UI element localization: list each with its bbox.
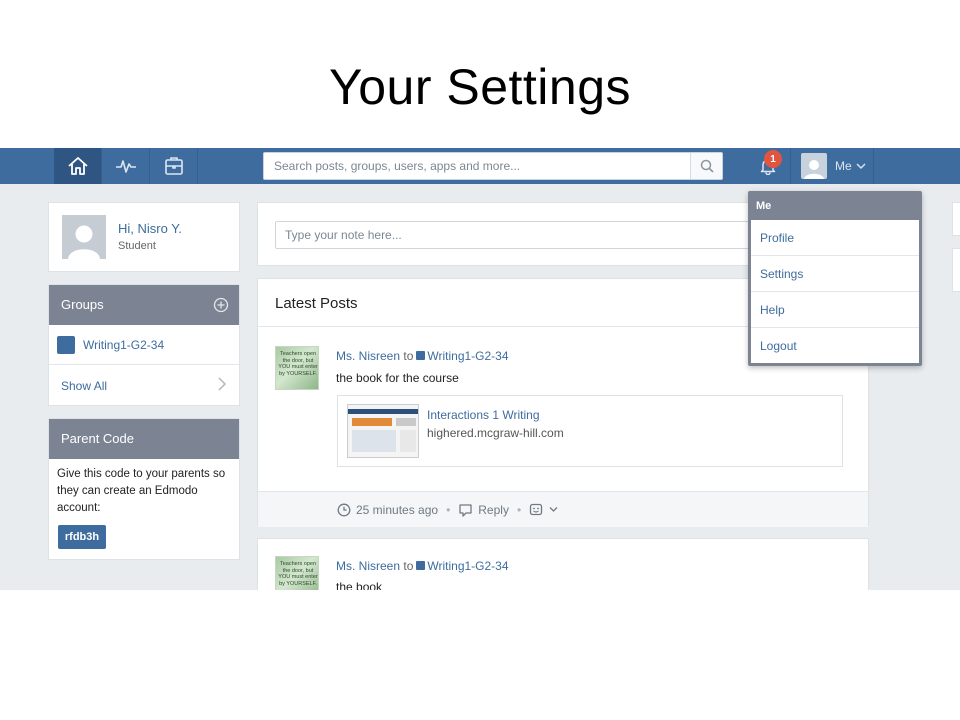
- slide-title: Your Settings: [328, 59, 632, 115]
- groups-title: Groups: [61, 297, 104, 312]
- menu-item-settings[interactable]: Settings: [751, 256, 919, 292]
- post-card: Teachers open the door, but YOU must ent…: [257, 538, 869, 590]
- parent-code-header: Parent Code: [49, 419, 239, 459]
- user-avatar: [801, 153, 827, 179]
- speech-bubble-icon[interactable]: [458, 503, 473, 517]
- post-group-link[interactable]: Writing1-G2-34: [427, 559, 508, 573]
- group-color-swatch: [416, 351, 426, 360]
- group-item[interactable]: Writing1-G2-34: [49, 325, 239, 365]
- search-bar: [263, 152, 723, 180]
- user-silhouette-icon: [68, 225, 100, 259]
- show-all-link[interactable]: Show All: [61, 379, 107, 393]
- post-to-label: to: [403, 349, 414, 363]
- profile-name[interactable]: Hi, Nisro Y.: [118, 221, 182, 236]
- note-input[interactable]: [275, 221, 755, 249]
- post-timestamp: 25 minutes ago: [356, 502, 439, 517]
- dropdown-list: Profile Settings Help Logout: [751, 220, 919, 363]
- post-author-name[interactable]: Ms. Nisreen: [336, 349, 400, 363]
- parent-code-card: Parent Code Give this code to your paren…: [48, 418, 240, 560]
- post-header: Ms. Nisreen to Writing1-G2-34: [336, 349, 509, 363]
- search-input[interactable]: [264, 153, 690, 179]
- post-author-avatar[interactable]: Teachers open the door, but YOU must ent…: [275, 346, 319, 390]
- menu-item-help[interactable]: Help: [751, 292, 919, 328]
- avatar-quote-text: Teachers open the door, but YOU must ent…: [278, 561, 318, 587]
- separator-dot: •: [516, 502, 522, 517]
- activity-icon: [115, 160, 136, 173]
- notification-badge: 1: [764, 150, 782, 168]
- chevron-down-icon[interactable]: [549, 506, 558, 513]
- link-preview-title[interactable]: Interactions 1 Writing: [427, 408, 540, 422]
- backpack-button[interactable]: [150, 148, 198, 184]
- dropdown-header: Me: [756, 200, 772, 212]
- post-body: the book for the course: [336, 371, 459, 385]
- user-silhouette-icon: [804, 160, 824, 179]
- me-menu-button[interactable]: Me: [790, 148, 874, 184]
- groups-card: Groups Writing1-G2-34 Show All: [48, 284, 240, 406]
- post-group-link[interactable]: Writing1-G2-34: [427, 349, 508, 363]
- clock-icon: [337, 503, 351, 517]
- profile-role: Student: [118, 240, 156, 252]
- post-author-name[interactable]: Ms. Nisreen: [336, 559, 400, 573]
- search-button[interactable]: [690, 153, 722, 179]
- edmodo-screenshot: 1 Me Hi, Nisro Y. Student: [0, 148, 960, 590]
- group-color-swatch: [416, 561, 426, 570]
- post-header: Ms. Nisreen to Writing1-G2-34: [336, 559, 509, 573]
- top-navbar: 1 Me: [0, 148, 960, 184]
- backpack-icon: [164, 157, 183, 175]
- chevron-right-icon[interactable]: [217, 377, 227, 391]
- reaction-icon[interactable]: [529, 503, 544, 517]
- profile-avatar[interactable]: [62, 215, 106, 259]
- group-name: Writing1-G2-34: [83, 337, 165, 352]
- avatar-quote-text: Teachers open the door, but YOU must ent…: [278, 351, 318, 377]
- post-author-avatar[interactable]: Teachers open the door, but YOU must ent…: [275, 556, 319, 590]
- post-footer: 25 minutes ago • Reply •: [258, 491, 868, 527]
- profile-card: Hi, Nisro Y. Student: [48, 202, 240, 272]
- right-panel-card: [952, 202, 960, 236]
- search-icon: [700, 159, 714, 173]
- home-button[interactable]: [54, 148, 102, 184]
- me-dropdown-menu: Me Profile Settings Help Logout: [748, 191, 922, 366]
- parent-code-value: rfdb3h: [58, 525, 106, 549]
- link-preview[interactable]: Interactions 1 Writing highered.mcgraw-h…: [337, 395, 843, 467]
- separator-dot: •: [446, 502, 451, 517]
- groups-header: Groups: [49, 285, 239, 325]
- post-to-label: to: [403, 559, 414, 573]
- add-group-icon[interactable]: [213, 297, 229, 313]
- home-icon: [67, 157, 88, 175]
- menu-item-logout[interactable]: Logout: [751, 328, 919, 364]
- me-label: Me: [835, 159, 852, 173]
- right-panel-card: [952, 248, 960, 292]
- parent-code-description: Give this code to your parents so they c…: [57, 468, 226, 514]
- group-color-swatch: [57, 335, 75, 354]
- reply-button[interactable]: Reply: [478, 503, 509, 517]
- chevron-down-icon: [856, 163, 866, 169]
- parent-code-title: Parent Code: [61, 431, 134, 446]
- activity-button[interactable]: [102, 148, 150, 184]
- link-preview-domain: highered.mcgraw-hill.com: [427, 426, 564, 440]
- post-body: the book: [336, 580, 383, 590]
- link-preview-thumbnail: [347, 404, 419, 458]
- menu-item-profile[interactable]: Profile: [751, 220, 919, 256]
